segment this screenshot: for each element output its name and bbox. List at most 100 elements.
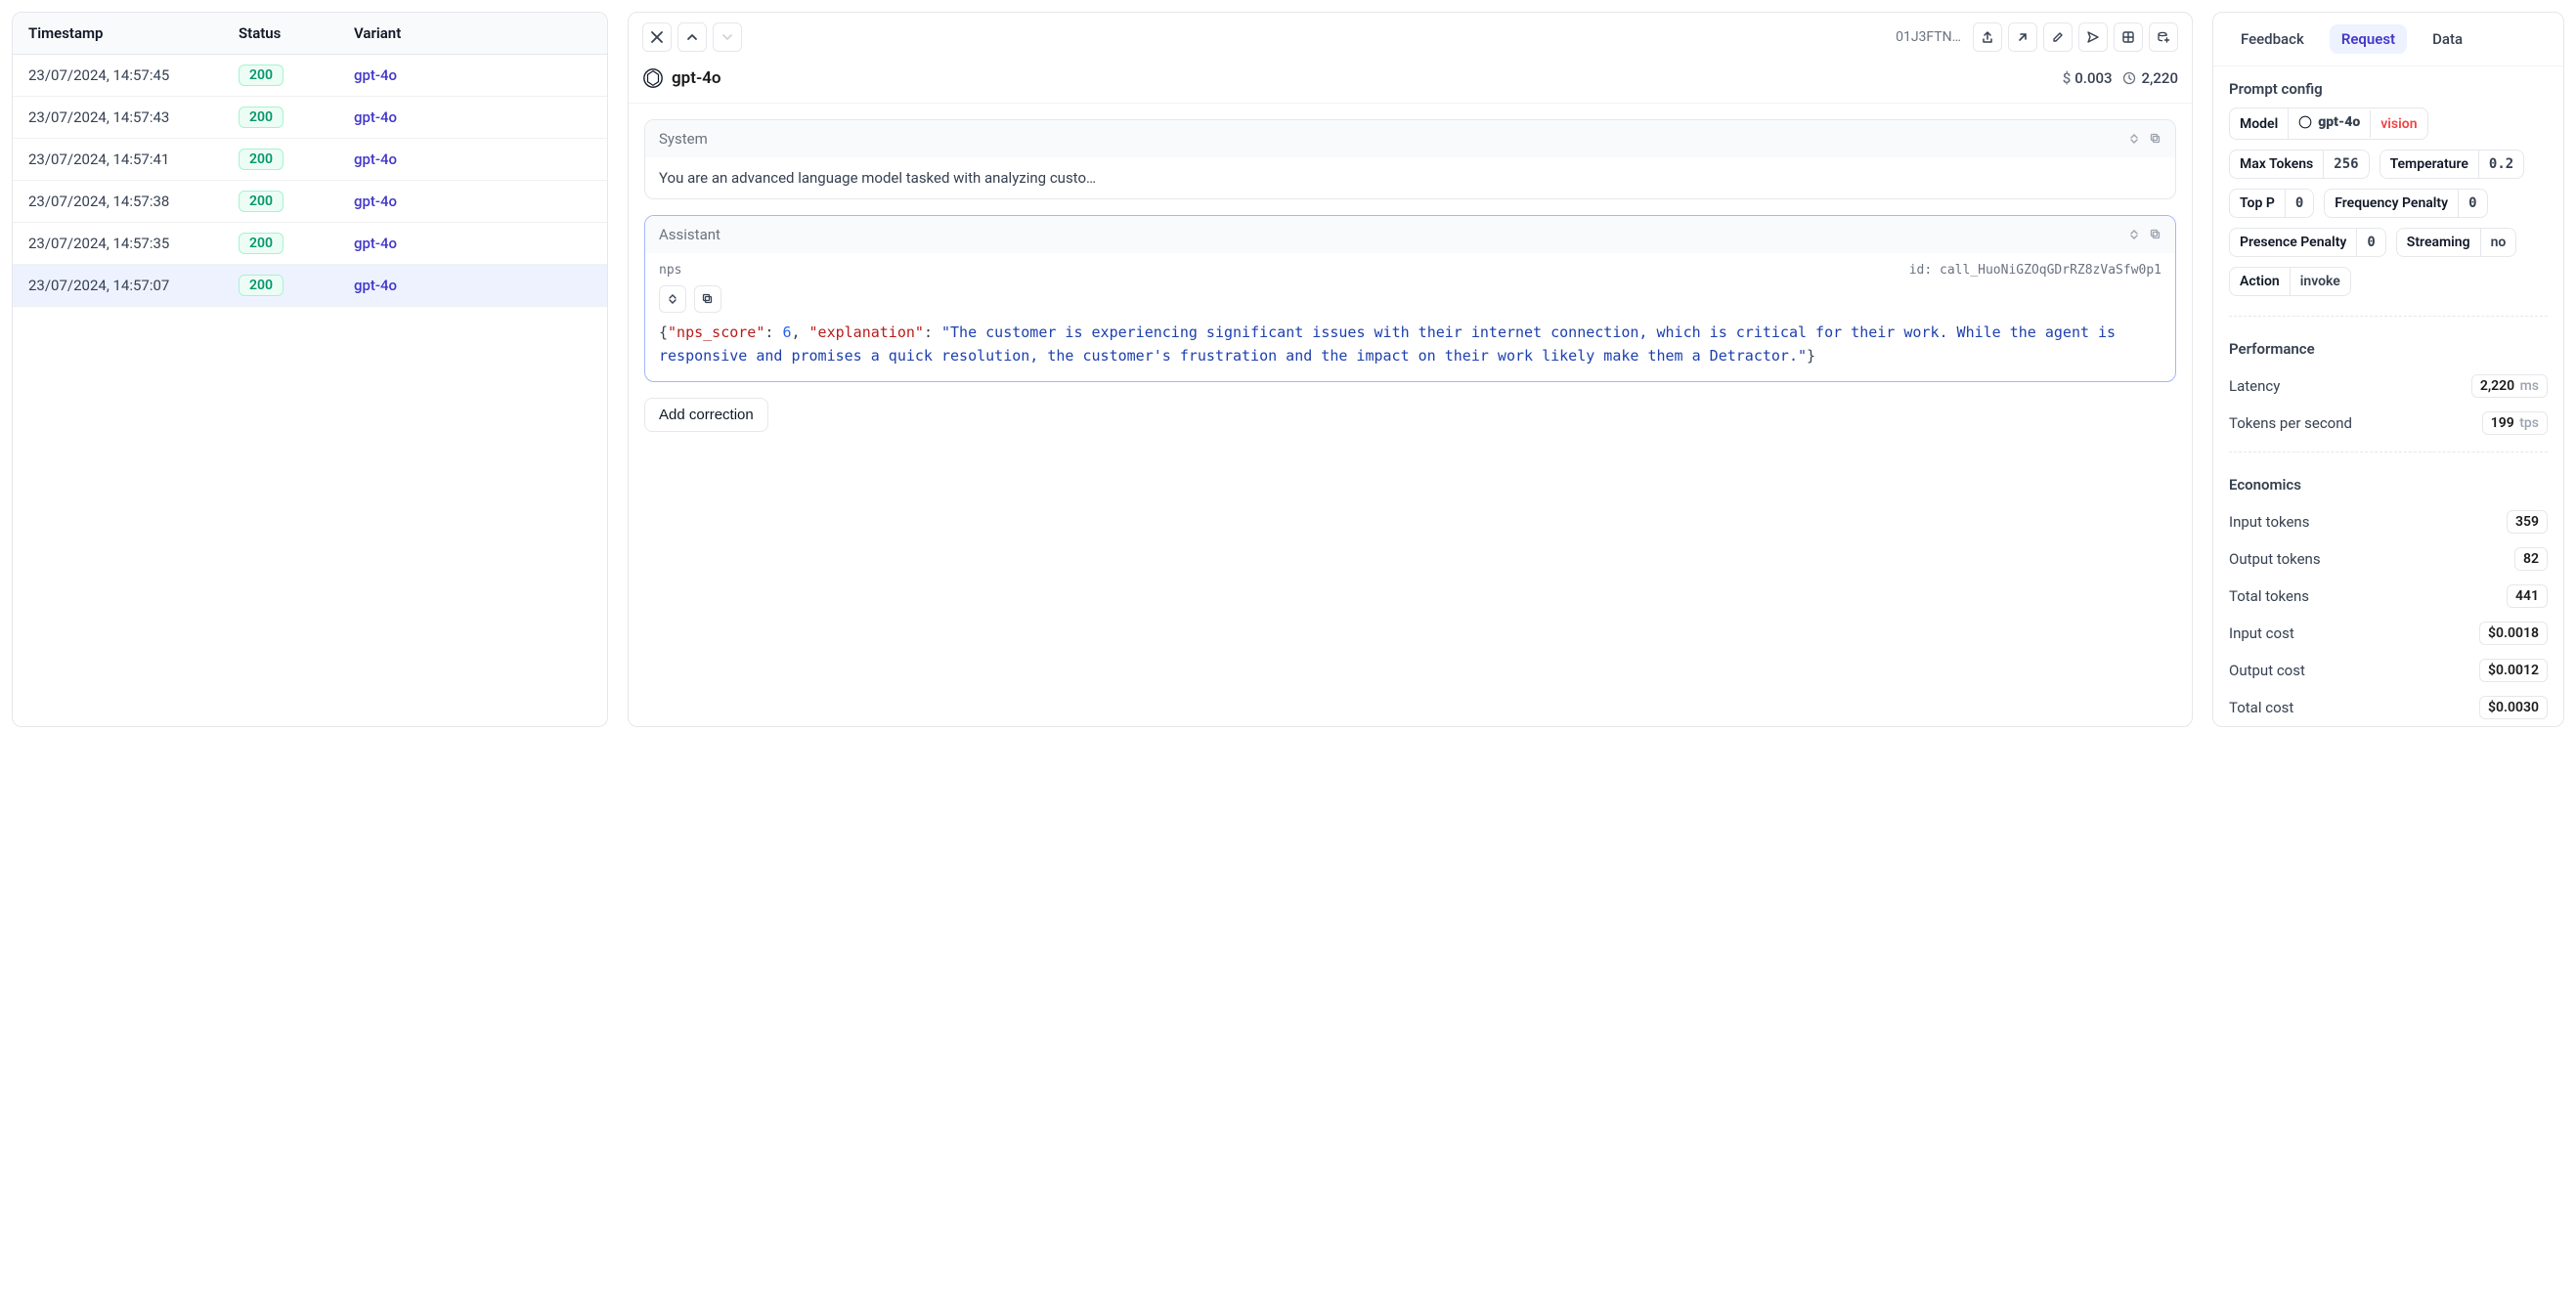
latency-value: 2,220 — [2142, 69, 2178, 87]
status-badge: 200 — [239, 191, 284, 212]
col-variant: Variant — [354, 24, 591, 42]
json-expand-button[interactable] — [659, 285, 686, 313]
table-row[interactable]: 23/07/2024, 14:57:45200gpt-4o — [13, 55, 607, 97]
assistant-message-card: Assistant nps id: call_HuoNiGZOqGDrRZ8zV… — [644, 215, 2176, 382]
cell-timestamp: 23/07/2024, 14:57:43 — [28, 108, 239, 126]
cell-status: 200 — [239, 65, 354, 86]
system-role-label: System — [659, 130, 2128, 148]
database-plus-icon — [2157, 30, 2170, 44]
col-status: Status — [239, 24, 354, 42]
openai-icon — [642, 67, 664, 89]
kv-output-cost: Output cost$0.0012 — [2213, 652, 2563, 689]
expand-icon[interactable] — [2128, 133, 2140, 145]
table-header: Timestamp Status Variant — [13, 13, 607, 55]
edit-button[interactable] — [2043, 22, 2073, 52]
pill-action: Actioninvoke — [2229, 267, 2351, 296]
status-badge: 200 — [239, 275, 284, 296]
request-id: 01J3FTN… — [1896, 29, 1961, 45]
cell-variant: gpt-4o — [354, 235, 591, 252]
sidebar-tabs: Feedback Request Data — [2213, 13, 2563, 66]
kv-output-tokens: Output tokens82 — [2213, 540, 2563, 578]
status-badge: 200 — [239, 149, 284, 170]
add-to-dataset-button[interactable] — [2149, 22, 2178, 52]
clock-icon — [2122, 71, 2136, 85]
chevron-down-icon — [720, 30, 734, 44]
chevron-up-icon — [685, 30, 699, 44]
tab-request[interactable]: Request — [2330, 24, 2407, 54]
table-row[interactable]: 23/07/2024, 14:57:35200gpt-4o — [13, 223, 607, 265]
tab-feedback[interactable]: Feedback — [2229, 24, 2316, 54]
prev-button[interactable] — [677, 22, 707, 52]
detail-header: gpt-4o $ 0.003 2,220 — [629, 62, 2192, 104]
copy-icon[interactable] — [2150, 229, 2161, 240]
json-copy-button[interactable] — [694, 285, 721, 313]
cell-variant: gpt-4o — [354, 277, 591, 294]
cell-variant: gpt-4o — [354, 108, 591, 126]
expand-icon — [667, 293, 678, 305]
pill-presence-penalty: Presence Penalty0 — [2229, 228, 2386, 257]
send-icon — [2086, 30, 2100, 44]
pencil-icon — [2051, 30, 2065, 44]
cell-variant: gpt-4o — [354, 193, 591, 210]
kv-latency: Latency 2,220 ms — [2213, 367, 2563, 405]
tab-data[interactable]: Data — [2421, 24, 2474, 54]
cell-timestamp: 23/07/2024, 14:57:07 — [28, 277, 239, 294]
send-button[interactable] — [2078, 22, 2108, 52]
request-log-table: Timestamp Status Variant 23/07/2024, 14:… — [12, 12, 608, 727]
share-button[interactable] — [1973, 22, 2002, 52]
openai-icon — [2298, 115, 2312, 129]
cell-timestamp: 23/07/2024, 14:57:45 — [28, 66, 239, 84]
request-detail-panel: 01J3FTN… gpt-4o $ 0.003 — [628, 12, 2193, 727]
kv-total-tokens: Total tokens441 — [2213, 578, 2563, 615]
copy-icon — [702, 293, 714, 305]
status-badge: 200 — [239, 107, 284, 128]
pill-max-tokens: Max Tokens256 — [2229, 150, 2370, 179]
cell-variant: gpt-4o — [354, 151, 591, 168]
system-message-card: System You are an advanced language mode… — [644, 119, 2176, 199]
pill-frequency-penalty: Frequency Penalty0 — [2324, 189, 2487, 218]
arrow-up-right-icon — [2016, 30, 2030, 44]
performance-title: Performance — [2213, 326, 2563, 367]
pill-top-p: Top P0 — [2229, 189, 2314, 218]
cell-status: 200 — [239, 107, 354, 128]
kv-input-cost: Input cost$0.0018 — [2213, 615, 2563, 652]
pill-model: Model gpt-4o vision — [2229, 108, 2428, 140]
next-button[interactable] — [713, 22, 742, 52]
cell-timestamp: 23/07/2024, 14:57:38 — [28, 193, 239, 210]
cell-status: 200 — [239, 275, 354, 296]
assistant-role-label: Assistant — [659, 226, 2128, 243]
kv-tps: Tokens per second 199 tps — [2213, 405, 2563, 442]
cost-value: 0.003 — [2074, 69, 2112, 87]
cost-display: $ 0.003 — [2063, 69, 2113, 87]
table-row[interactable]: 23/07/2024, 14:57:41200 gpt-4o — [13, 139, 607, 181]
pill-temperature: Temperature0.2 — [2380, 150, 2525, 179]
table-button[interactable] — [2114, 22, 2143, 52]
system-message-text: You are an advanced language model taske… — [645, 157, 2175, 198]
open-external-button[interactable] — [2008, 22, 2037, 52]
details-sidebar: Feedback Request Data Prompt config Mode… — [2212, 12, 2564, 727]
table-row[interactable]: 23/07/2024, 14:57:43200 gpt-4o — [13, 97, 607, 139]
cell-status: 200 — [239, 191, 354, 212]
tool-call-id: id: call_HuoNiGZOqGDrRZ8zVaSfw0p1 — [1909, 263, 2161, 278]
close-button[interactable] — [642, 22, 672, 52]
copy-icon[interactable] — [2150, 133, 2161, 145]
expand-icon[interactable] — [2128, 229, 2140, 240]
table-row[interactable]: 23/07/2024, 14:57:38200 gpt-4o — [13, 181, 607, 223]
cell-timestamp: 23/07/2024, 14:57:41 — [28, 151, 239, 168]
add-correction-button[interactable]: Add correction — [644, 398, 768, 432]
tool-name: nps — [659, 263, 681, 278]
table-row[interactable]: 23/07/2024, 14:57:07200 gpt-4o — [13, 265, 607, 307]
json-output: {"nps_score": 6, "explanation": "The cus… — [645, 313, 2175, 381]
cell-variant: gpt-4o — [354, 66, 591, 84]
dollar-icon: $ — [2063, 69, 2072, 87]
pill-streaming: Streamingno — [2396, 228, 2517, 257]
kv-input-tokens: Input tokens359 — [2213, 503, 2563, 540]
detail-toolbar: 01J3FTN… — [629, 13, 2192, 62]
cell-timestamp: 23/07/2024, 14:57:35 — [28, 235, 239, 252]
kv-total-cost: Total cost$0.0030 — [2213, 689, 2563, 726]
model-name: gpt-4o — [672, 68, 721, 88]
prompt-config-title: Prompt config — [2213, 66, 2563, 108]
close-icon — [650, 30, 664, 44]
model-chip: gpt-4o — [642, 67, 721, 89]
table-icon — [2121, 30, 2135, 44]
